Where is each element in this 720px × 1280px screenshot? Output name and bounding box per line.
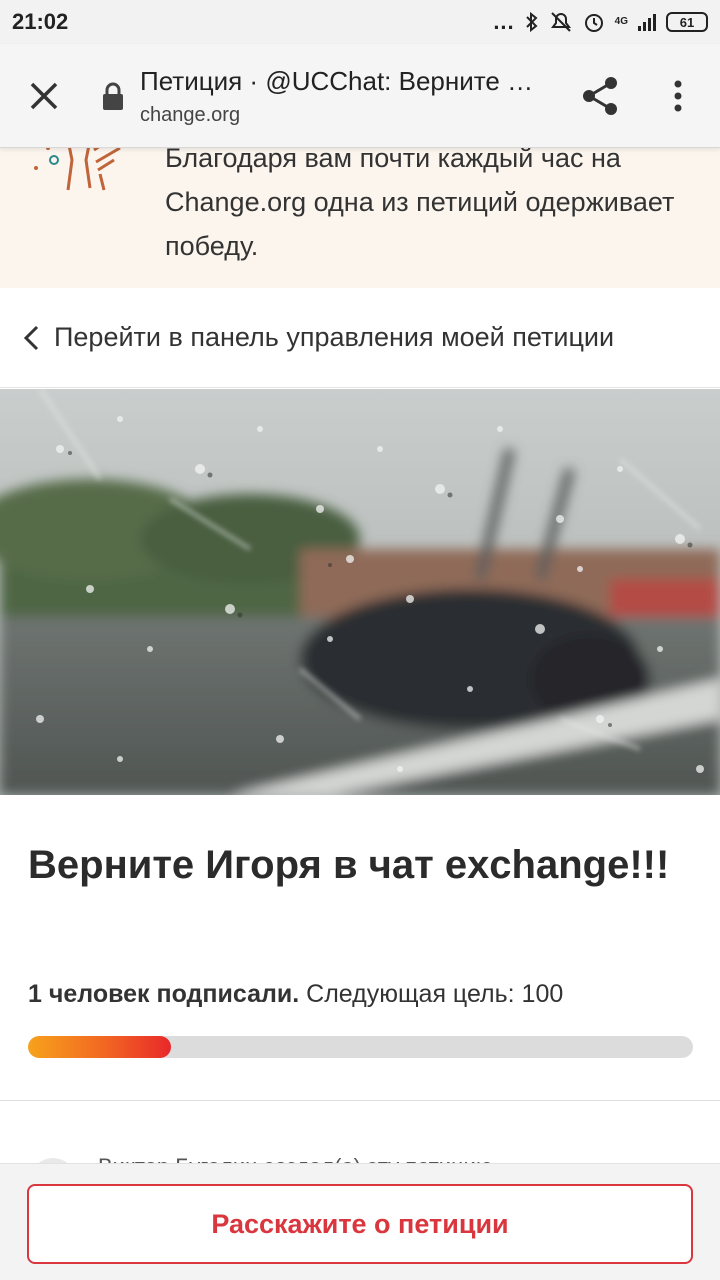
petition-image [0,389,720,795]
rain-window-photo [0,389,720,795]
alarm-icon [584,14,603,32]
signature-progress-bar [28,1036,693,1058]
celebration-illustration [34,148,121,191]
share-petition-button[interactable]: Расскажите о петиции [27,1184,693,1264]
page-url[interactable]: change.org [140,104,240,127]
signature-progress-fill [28,1036,171,1058]
page-title[interactable]: Петиция · @UCChat: Верните Игоря в чат e… [140,66,550,97]
share-icon[interactable] [578,74,622,118]
browser-toolbar: Петиция · @UCChat: Верните Игоря в чат e… [0,44,720,148]
chevron-left-icon [23,325,39,350]
bluetooth-icon [525,11,538,33]
lock-icon [103,82,123,110]
status-bar: 21:02 ... 4G 61 [0,0,720,44]
victory-banner: Благодаря вам почти каждый час на Change… [0,148,720,288]
more-notifications-icon: ... [493,9,515,34]
dashboard-link[interactable]: Перейти в панель управления моей петиции [0,288,720,388]
petition-title: Верните Игоря в чат exchange!!! [28,843,670,887]
more-vert-icon[interactable] [660,74,696,118]
divider [0,1100,720,1101]
close-icon[interactable] [22,74,66,118]
signal-icon [638,13,656,31]
next-goal-label: Следующая цель: 100 [306,980,564,1008]
signature-count: 1 человек подписали. Следующая цель: 100 [28,980,563,1009]
network-type: 4G [614,16,628,27]
signers-count-label: 1 человек подписали. [28,980,300,1008]
status-time: 21:02 [12,9,69,34]
bottom-action-bar: Расскажите о петиции [0,1163,720,1280]
status-icons: ... 4G 61 [493,9,708,35]
dashboard-link-label: Перейти в панель управления моей петиции [54,322,615,352]
mute-icon [550,12,571,32]
battery-icon: 61 [666,12,708,32]
banner-text: Благодаря вам почти каждый час на Change… [165,148,675,261]
